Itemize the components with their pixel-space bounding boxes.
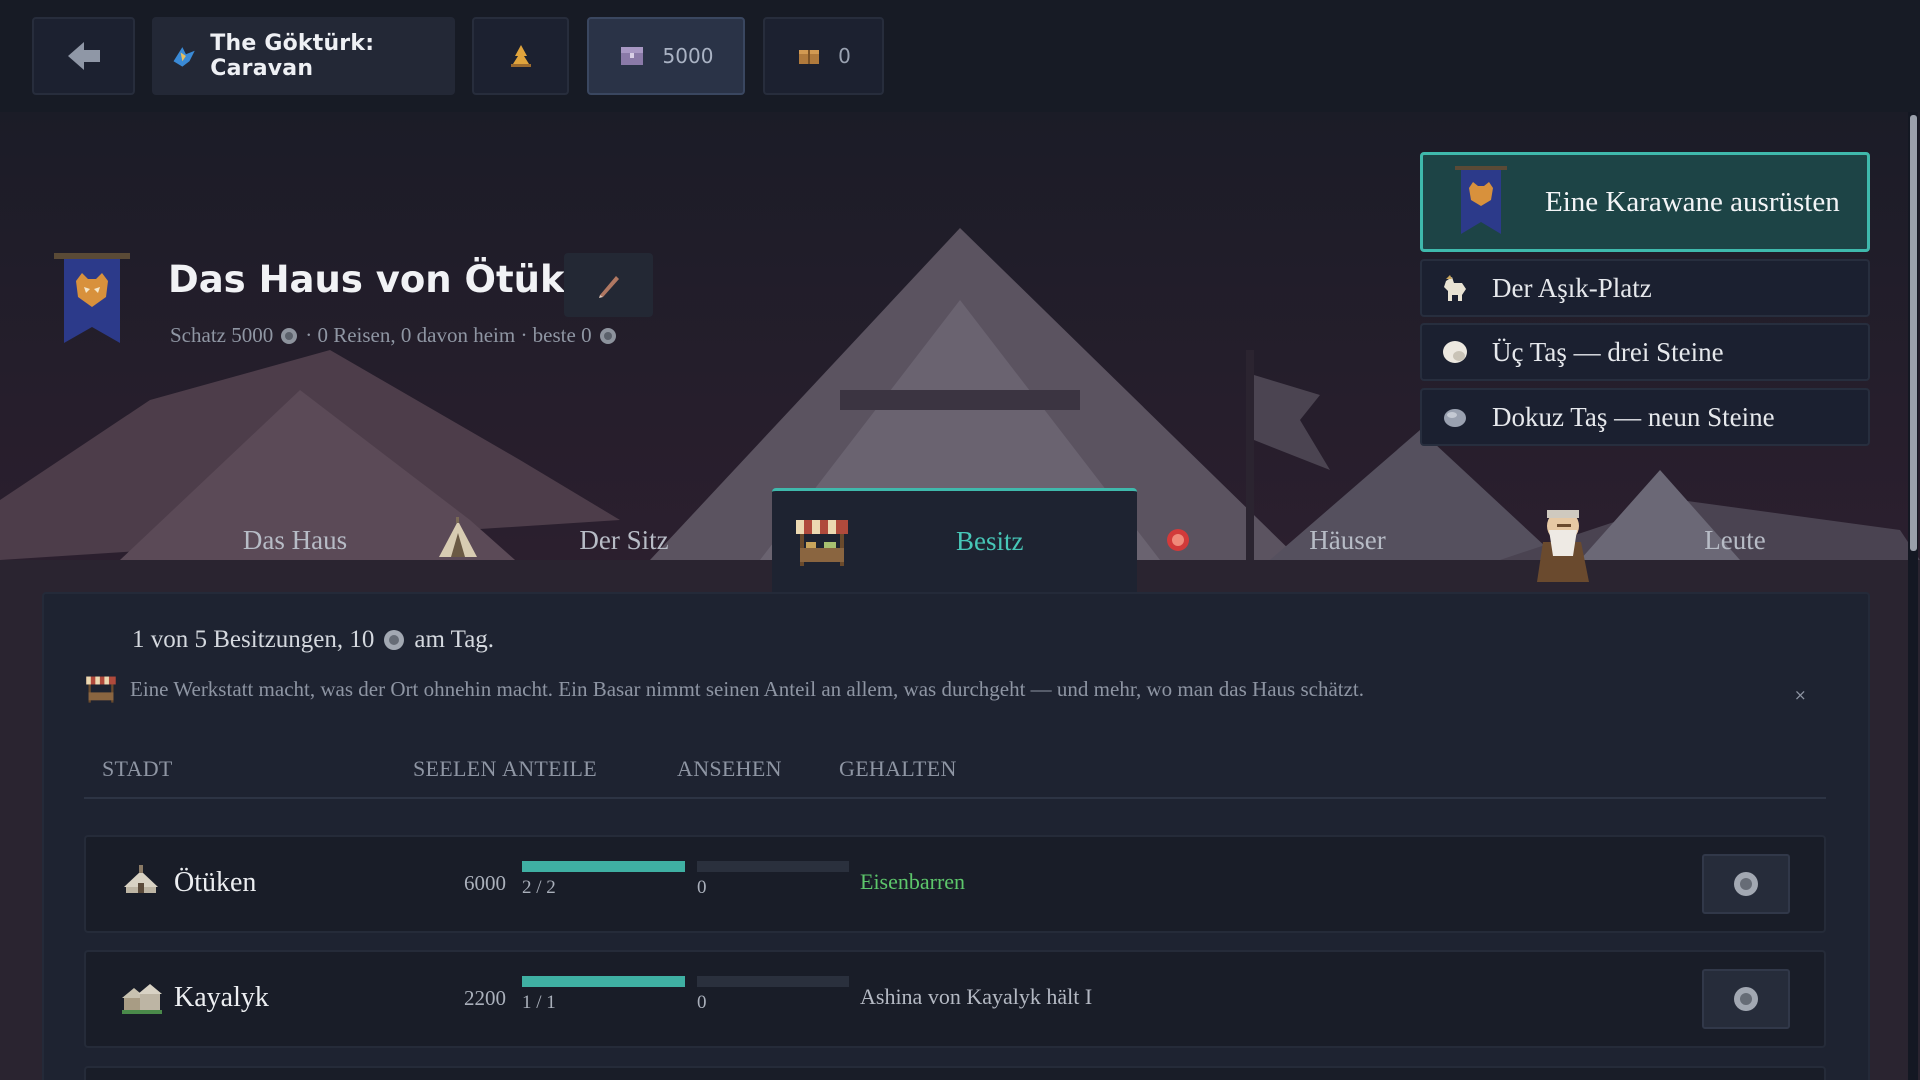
col-header-shares[interactable]: ANTEILE xyxy=(502,756,597,782)
held-goods: Ashina von Kayalyk hält I xyxy=(860,984,1093,1009)
house-banner xyxy=(50,253,134,352)
crate-icon xyxy=(799,50,820,64)
reputation-value: 0 xyxy=(697,992,707,1013)
col-header-city[interactable]: STADT xyxy=(102,756,173,782)
house-title: Das Haus von Ötüken xyxy=(168,258,616,301)
treasure-value: 5000 xyxy=(662,44,714,68)
nine-stones-label: Dokuz Taş — neun Steine xyxy=(1492,401,1775,432)
game-title: The Göktürk: Caravan xyxy=(210,31,375,81)
coin-icon xyxy=(1734,872,1758,896)
coin-icon xyxy=(281,327,298,344)
arrow-left-icon xyxy=(67,42,100,70)
tab-haeuser-label: Häuser xyxy=(1309,524,1386,555)
nine-stones-button[interactable]: Dokuz Taş — neun Steine xyxy=(1420,388,1870,446)
pen-icon xyxy=(598,276,619,298)
game-title-button[interactable]: The Göktürk: Caravan xyxy=(152,17,455,95)
asik-place-label: Der Aşık-Platz xyxy=(1492,272,1652,303)
seal-tab-icon xyxy=(1158,488,1198,592)
hint-text: Eine Werkstatt macht, was der Ort ohnehi… xyxy=(130,676,1365,701)
wolf-emblem-icon xyxy=(173,47,195,67)
edit-name-button[interactable] xyxy=(564,253,653,317)
table-row[interactable]: Kayalyk 2200 1 / 1 0 Ashina von Kayalyk … xyxy=(84,950,1826,1048)
holdings-summary: 1 von 5 Besitzungen, 10 am Tag. xyxy=(132,626,494,654)
reputation-value: 0 xyxy=(697,877,707,898)
held-goods: Eisenbarren xyxy=(860,869,966,894)
tent-icon xyxy=(439,517,477,557)
tab-leute-label: Leute xyxy=(1704,524,1766,555)
tab-das-haus-label: Das Haus xyxy=(242,524,348,555)
header-divider xyxy=(84,797,1826,799)
shares-bar xyxy=(522,976,685,987)
yurt-city-icon xyxy=(120,863,162,902)
market-stall-icon xyxy=(796,519,848,566)
grey-stone-icon xyxy=(1444,409,1466,427)
house-subtitle: Schatz 5000 · 0 Reisen, 0 davon heim · b… xyxy=(170,323,618,348)
camp-button[interactable] xyxy=(472,17,569,95)
town-city-icon xyxy=(120,978,164,1021)
shares-bar-fill xyxy=(522,861,685,872)
asik-place-button[interactable]: Der Aşık-Platz xyxy=(1420,259,1870,317)
elder-tab-icon xyxy=(1522,488,1602,592)
treasure-button[interactable]: 5000 xyxy=(587,17,745,95)
goods-button[interactable]: 0 xyxy=(763,17,884,95)
city-name: Ötüken xyxy=(174,867,257,898)
tent-tab-icon xyxy=(428,488,488,592)
col-header-souls[interactable]: SEELEN xyxy=(413,756,497,782)
souls-value: 6000 xyxy=(464,871,506,895)
souls-value: 2200 xyxy=(464,986,506,1010)
three-stones-button[interactable]: Üç Taş — drei Steine xyxy=(1420,323,1870,381)
coin-icon xyxy=(1734,987,1758,1011)
equip-caravan-label: Eine Karawane ausrüsten xyxy=(1545,185,1840,218)
coin-icon xyxy=(599,327,616,344)
holdings-hint: Eine Werkstatt macht, was der Ort ohnehi… xyxy=(84,672,1364,706)
treasure-chest-icon xyxy=(620,47,643,65)
goat-icon xyxy=(1444,275,1466,301)
coin-action-button[interactable] xyxy=(1702,854,1790,914)
elder-portrait-icon xyxy=(1537,510,1589,582)
subtitle-journeys: · 0 Reisen, 0 davon heim · beste 0 xyxy=(305,323,592,347)
shares-value: 1 / 1 xyxy=(522,992,556,1013)
coin-icon xyxy=(384,630,405,650)
table-row[interactable] xyxy=(84,1066,1826,1080)
wolf-banner-icon xyxy=(1455,166,1507,234)
red-seal-icon xyxy=(1167,529,1189,551)
shares-bar-fill xyxy=(522,976,685,987)
tab-das-haus[interactable]: Das Haus xyxy=(150,488,440,592)
hint-close-button[interactable]: × xyxy=(1794,686,1807,704)
tab-leute[interactable]: Leute xyxy=(1640,488,1830,592)
col-header-held[interactable]: GEHALTEN xyxy=(839,756,957,782)
table-row[interactable]: Ötüken 6000 2 / 2 0 Eisenbarren xyxy=(84,835,1826,933)
summary-text: 1 von 5 Besitzungen, 10 xyxy=(132,626,375,653)
scrollbar-thumb[interactable] xyxy=(1910,115,1917,551)
back-button[interactable] xyxy=(32,17,135,95)
reputation-bar xyxy=(697,861,849,872)
tab-haeuser[interactable]: Häuser xyxy=(1240,488,1455,592)
goods-value: 0 xyxy=(838,44,851,68)
coin-action-button[interactable] xyxy=(1702,969,1790,1029)
tab-besitz-label: Besitz xyxy=(956,526,1024,556)
summary-suffix: am Tag. xyxy=(414,626,495,653)
reputation-bar xyxy=(697,976,849,987)
equip-caravan-button[interactable]: Eine Karawane ausrüsten xyxy=(1420,152,1870,252)
shares-value: 2 / 2 xyxy=(522,877,556,898)
subtitle-treasure: Schatz 5000 xyxy=(170,323,274,347)
market-stall-icon xyxy=(86,676,116,703)
wolf-banner-icon xyxy=(54,253,130,343)
tab-der-sitz[interactable]: Der Sitz xyxy=(524,488,724,592)
campfire-icon xyxy=(510,45,531,67)
city-name: Kayalyk xyxy=(174,982,269,1013)
col-header-reputation[interactable]: ANSEHEN xyxy=(677,756,782,782)
three-stones-label: Üç Taş — drei Steine xyxy=(1492,336,1724,367)
white-stone-icon xyxy=(1443,341,1467,363)
tab-besitz[interactable]: Besitz xyxy=(772,488,1137,592)
tab-der-sitz-label: Der Sitz xyxy=(579,524,669,555)
shares-bar xyxy=(522,861,685,872)
